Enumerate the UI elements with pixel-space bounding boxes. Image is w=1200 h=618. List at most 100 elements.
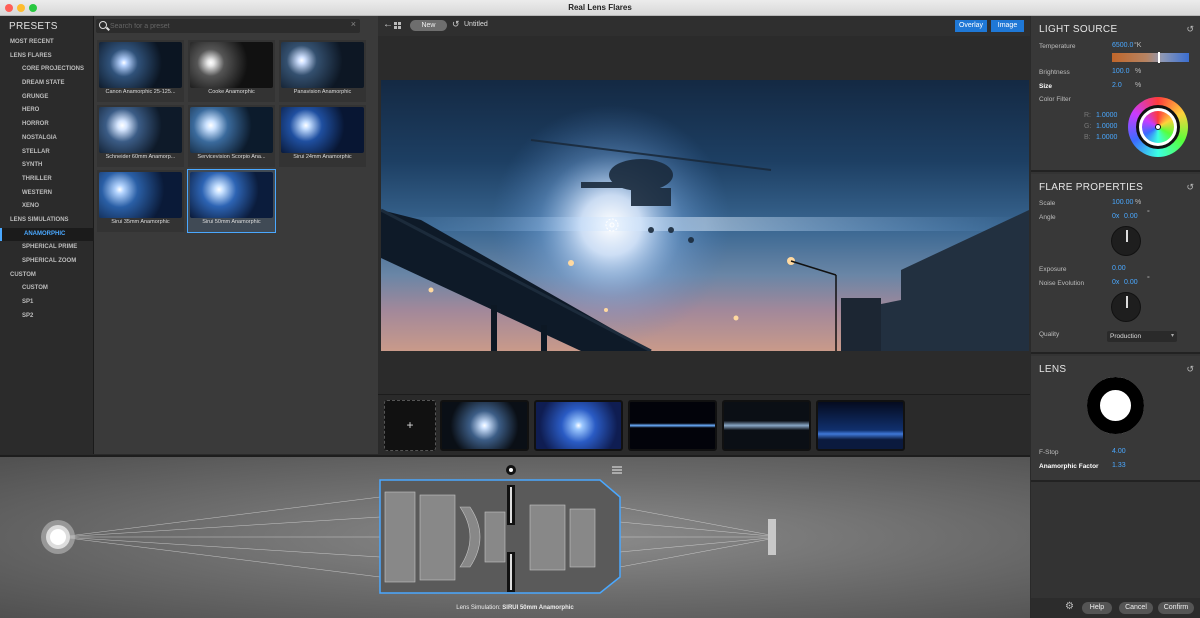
preset-category-most-recent[interactable]: MOST RECENT [0,36,94,50]
lens-reset-icon[interactable]: ↺ [1186,364,1194,375]
preset-category-thriller[interactable]: THRILLER [0,173,94,187]
preset-thumbnail[interactable]: Sirui 24mm Anamorphic [279,105,366,167]
exposure-label: Exposure [1039,266,1067,273]
presets-sidebar: PRESETS MOST RECENT LENS FLARES CORE PROJE… [0,16,94,454]
preset-thumbnail-label: Servicevision Scorpio Ana... [197,154,266,160]
blue-channel-value[interactable]: 1.0000 [1096,134,1117,141]
preset-category-custom[interactable]: CUSTOM [0,269,94,283]
clear-search-icon[interactable]: × [351,19,356,29]
blue-channel-label: B: [1084,134,1091,141]
preset-category-horror[interactable]: HORROR [0,118,94,132]
color-wheel[interactable] [1128,97,1188,157]
preset-thumbnail-image [99,107,182,153]
lens-diagram [41,465,776,594]
preset-category-nostalgia[interactable]: NOSTALGIA [0,132,94,146]
add-flare-element-button[interactable]: + [384,400,436,451]
preset-category-stellar[interactable]: STELLAR [0,146,94,160]
size-value[interactable]: 2.0 [1112,82,1122,89]
green-channel-label: G: [1084,123,1092,130]
noise-evolution-dial[interactable] [1111,292,1141,322]
grid-view-icon[interactable] [394,22,401,29]
preset-category-lens-flares[interactable]: LENS FLARES [0,50,94,64]
preset-category-sp2[interactable]: SP2 [0,310,94,324]
preset-thumbnail[interactable]: Sirui 35mm Anamorphic [97,170,184,232]
reset-icon[interactable]: ↺ [452,19,460,30]
temperature-value[interactable]: 6500.0 [1112,42,1133,49]
preset-category-grunge[interactable]: GRUNGE [0,91,94,105]
color-wheel-handle[interactable] [1155,124,1161,130]
red-channel-label: R: [1084,112,1091,119]
preset-search: × [96,19,360,33]
scale-value[interactable]: 100.00 [1112,199,1133,206]
preset-thumbnail[interactable]: Servicevision Scorpio Ana... [188,105,275,167]
green-channel-value[interactable]: 1.0000 [1096,123,1117,130]
lens-simulation-caption: Lens Simulation: SIRUI 50mm Anamorphic [456,605,574,611]
preset-category-western[interactable]: WESTERN [0,187,94,201]
preset-category-sp1[interactable]: SP1 [0,296,94,310]
lens-simulation-panel: Lens Simulation: SIRUI 50mm Anamorphic [0,455,1030,618]
preset-category-core-projections[interactable]: CORE PROJECTIONS [0,63,94,77]
chevron-down-icon: ▾ [1170,333,1174,339]
preset-thumbnail[interactable]: Schneider 60mm Anamorp... [97,105,184,167]
flare-element-glow[interactable] [534,400,623,451]
preset-thumbnail[interactable]: Panavision Anamorphic [279,40,366,102]
confirm-button[interactable]: Confirm [1158,602,1194,614]
angle-value[interactable]: 0.00 [1124,213,1138,220]
temperature-slider[interactable] [1112,52,1189,63]
temperature-slider-handle[interactable] [1158,52,1160,63]
preset-thumbnail-label: Sirui 50mm Anamorphic [202,219,261,225]
angle-dial[interactable] [1111,226,1141,256]
preset-thumbnail[interactable]: Sirui 50mm Anamorphic [187,169,276,233]
preset-category-hero[interactable]: HERO [0,104,94,118]
preset-thumbnail-label: Sirui 35mm Anamorphic [111,219,170,225]
preset-category-lens-simulations[interactable]: LENS SIMULATIONS [0,214,94,228]
preset-thumbnail-label: Cooke Anamorphic [208,89,255,95]
size-unit: % [1135,82,1142,89]
noise-evolution-unit: ° [1147,276,1150,283]
settings-gear-icon[interactable]: ⚙ [1065,601,1074,612]
noise-evolution-value[interactable]: 0.00 [1124,279,1138,286]
flare-element-haze[interactable] [816,400,905,451]
preset-category-spherical-prime[interactable]: SPHERICAL PRIME [0,241,94,255]
noise-evolution-turns[interactable]: 0x [1112,279,1119,286]
overlay-mode-button[interactable]: Overlay [955,20,987,32]
brightness-value[interactable]: 100.0 [1112,68,1130,75]
preset-thumbnail[interactable]: Canon Anamorphic 25-125... [97,40,184,102]
brightness-unit: % [1135,68,1142,75]
noise-evolution-label: Noise Evolution [1039,280,1085,287]
preset-thumbnail-label: Schneider 60mm Anamorp... [105,154,176,160]
aperture-preview [1087,377,1144,434]
flare-properties-reset-icon[interactable]: ↺ [1186,182,1194,193]
preset-browser: × Canon Anamorphic 25-125... Cooke Anamor… [94,16,378,454]
preset-category-anamorphic[interactable]: ANAMORPHIC [0,227,94,242]
new-button[interactable]: New [410,20,447,31]
cancel-button[interactable]: Cancel [1119,602,1153,614]
angle-turns[interactable]: 0x [1112,213,1119,220]
flare-element-wide-streak[interactable] [722,400,811,451]
image-mode-button[interactable]: Image [991,20,1024,32]
brightness-label: Brightness [1039,69,1070,76]
light-source-reset-icon[interactable]: ↺ [1186,24,1194,35]
preset-category-spherical-zoom[interactable]: SPHERICAL ZOOM [0,255,94,269]
preset-category-xeno[interactable]: XENO [0,200,94,214]
preset-thumbnail-label: Sirui 24mm Anamorphic [293,154,352,160]
quality-dropdown[interactable]: Production ▾ [1107,331,1177,342]
exposure-value[interactable]: 0.00 [1112,265,1126,272]
back-arrow-icon[interactable]: ← [383,19,393,30]
temperature-unit: °K [1134,42,1142,49]
flare-element-streak[interactable] [628,400,717,451]
red-channel-value[interactable]: 1.0000 [1096,112,1117,119]
temperature-label: Temperature [1039,43,1076,50]
preset-category-custom[interactable]: CUSTOM [0,282,94,296]
help-button[interactable]: Help [1082,602,1112,614]
size-label: Size [1039,83,1053,90]
search-input[interactable] [110,20,340,32]
preset-thumbnail[interactable]: Cooke Anamorphic [188,40,275,102]
preset-category-synth[interactable]: SYNTH [0,159,94,173]
flare-element-star[interactable] [440,400,529,451]
preset-category-dream-state[interactable]: DREAM STATE [0,77,94,91]
f-stop-value[interactable]: 4.00 [1112,448,1126,455]
flare-element-strip: + [378,394,1030,454]
window-title: Real Lens Flares [568,3,632,12]
anamorphic-factor-value[interactable]: 1.33 [1112,462,1126,469]
